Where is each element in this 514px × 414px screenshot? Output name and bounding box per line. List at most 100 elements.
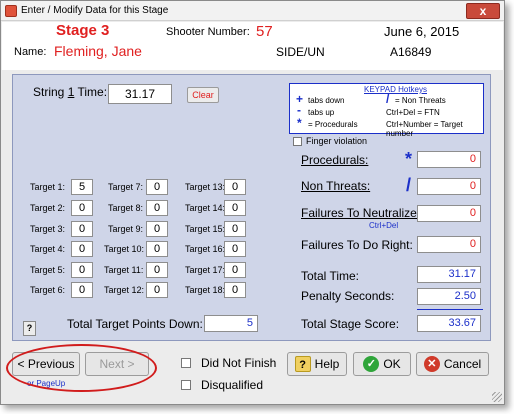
target-input[interactable]: 0 <box>146 200 168 216</box>
total-target-points-down-label: Total Target Points Down: <box>67 317 203 331</box>
keypad-desc: Ctrl+Del = FTN <box>386 108 440 117</box>
app-icon <box>5 5 17 17</box>
target-label: Target 7: <box>108 182 144 192</box>
target-label: Target 13: <box>185 182 226 192</box>
target-label: Target 1: <box>30 182 66 192</box>
target-label: Target 9: <box>108 224 144 234</box>
cancel-button-label: Cancel <box>443 357 482 371</box>
title-bar: Enter / Modify Data for this Stage x <box>1 1 504 21</box>
totals-divider <box>417 309 483 310</box>
non-threats-label: Non Threats: <box>301 179 371 193</box>
target-input[interactable]: 0 <box>224 262 246 278</box>
target-label: Target 17: <box>185 265 226 275</box>
total-stage-score-label: Total Stage Score: <box>301 317 400 331</box>
target-input[interactable]: 0 <box>71 221 93 237</box>
finger-violation-label: Finger violation <box>306 136 368 146</box>
failures-to-do-right-label: Failures To Do Right: <box>301 238 413 252</box>
close-icon: x <box>479 4 487 18</box>
cancel-button[interactable]: ✕ Cancel <box>416 352 489 376</box>
clear-button[interactable]: Clear <box>187 87 219 103</box>
ok-button[interactable]: ✓ OK <box>353 352 411 376</box>
target-input[interactable]: 0 <box>146 221 168 237</box>
target-label: Target 16: <box>185 244 226 254</box>
procedurals-label: Procedurals: <box>301 153 369 167</box>
target-label: Target 14: <box>185 203 226 213</box>
target-label: Target 5: <box>30 265 66 275</box>
question-help-button[interactable]: ? <box>23 321 36 336</box>
help-icon: ? <box>294 355 311 372</box>
slash-symbol: / <box>406 175 412 195</box>
match-date: June 6, 2015 <box>384 24 460 39</box>
shooter-number-label: Shooter Number: <box>166 26 250 38</box>
finger-violation-checkbox[interactable] <box>293 137 302 146</box>
total-time-value: 31.17 <box>417 266 481 283</box>
keypad-desc: Ctrl+Number = Target number <box>386 120 463 138</box>
ftn-hotkey-hint: Ctrl+Del <box>369 221 399 230</box>
string-time-label: String 1 Time: <box>33 85 108 99</box>
name-label: Name: <box>14 46 47 58</box>
did-not-finish-label: Did Not Finish <box>201 356 277 370</box>
close-button[interactable]: x <box>466 3 500 19</box>
shooter-name: Fleming, Jane <box>54 43 142 59</box>
target-input[interactable]: 0 <box>224 200 246 216</box>
target-label: Target 2: <box>30 203 66 213</box>
keypad-desc: = Procedurals <box>308 120 358 129</box>
help-button-label: Help <box>314 357 340 371</box>
non-threats-input[interactable]: 0 <box>417 178 481 195</box>
member-id: A16849 <box>390 45 432 59</box>
did-not-finish-checkbox[interactable] <box>181 358 191 368</box>
penalty-seconds-value: 2.50 <box>417 288 481 305</box>
asterisk-key: * <box>297 116 302 130</box>
asterisk-symbol: * <box>405 149 413 169</box>
cancel-x-icon: ✕ <box>423 355 440 372</box>
target-label: Target 18: <box>185 285 226 295</box>
keypad-desc: tabs up <box>308 108 335 117</box>
stage-title: Stage 3 <box>56 22 110 39</box>
target-input[interactable]: 5 <box>71 179 93 195</box>
target-input[interactable]: 0 <box>224 282 246 298</box>
target-label: Target 4: <box>30 244 66 254</box>
target-input[interactable]: 0 <box>146 282 168 298</box>
target-input[interactable]: 0 <box>224 179 246 195</box>
stage-header: Stage 3 Shooter Number: 57 June 6, 2015 … <box>2 22 503 70</box>
target-input[interactable]: 0 <box>224 241 246 257</box>
keypad-title: KEYPAD Hotkeys <box>364 85 427 94</box>
shooter-number: 57 <box>256 23 273 40</box>
ok-check-icon: ✓ <box>363 355 380 372</box>
procedurals-input[interactable]: 0 <box>417 151 481 168</box>
target-input[interactable]: 0 <box>146 262 168 278</box>
minus-key: - <box>297 103 301 117</box>
failures-to-neutralize-label: Failures To Neutralize: <box>301 206 421 220</box>
failures-to-neutralize-input[interactable]: 0 <box>417 205 481 222</box>
penalty-seconds-label: Penalty Seconds: <box>301 289 395 303</box>
target-label: Target 10: <box>104 244 145 254</box>
target-label: Target 12: <box>104 285 145 295</box>
target-label: Target 15: <box>185 224 226 234</box>
target-input[interactable]: 0 <box>71 262 93 278</box>
target-input[interactable]: 0 <box>71 200 93 216</box>
help-button[interactable]: ? Help <box>287 352 347 376</box>
string-time-input[interactable]: 31.17 <box>108 84 172 104</box>
keypad-desc: tabs down <box>308 96 345 105</box>
failures-to-do-right-input[interactable]: 0 <box>417 236 481 253</box>
target-label: Target 11: <box>104 265 144 275</box>
target-input[interactable]: 0 <box>71 241 93 257</box>
target-input[interactable]: 0 <box>71 282 93 298</box>
score-entry-panel: String 1 Time: 31.17 Clear KEYPAD Hotkey… <box>12 74 491 341</box>
keypad-desc: = Non Threats <box>395 96 446 105</box>
target-label: Target 3: <box>30 224 66 234</box>
target-label: Target 6: <box>30 285 66 295</box>
disqualified-checkbox[interactable] <box>181 380 191 390</box>
total-target-points-down-value: 5 <box>204 315 258 332</box>
target-label: Target 8: <box>108 203 144 213</box>
keypad-hotkeys-box: KEYPAD Hotkeys + tabs down - tabs up * =… <box>289 83 484 138</box>
target-input[interactable]: 0 <box>146 241 168 257</box>
resize-grip[interactable] <box>492 392 502 402</box>
target-input[interactable]: 0 <box>146 179 168 195</box>
division: SIDE/UN <box>276 45 325 59</box>
highlight-annotation <box>6 344 157 392</box>
stage-data-dialog: Enter / Modify Data for this Stage x Sta… <box>0 0 505 405</box>
target-input[interactable]: 0 <box>224 221 246 237</box>
window-title: Enter / Modify Data for this Stage <box>21 5 169 16</box>
disqualified-label: Disqualified <box>201 378 264 392</box>
